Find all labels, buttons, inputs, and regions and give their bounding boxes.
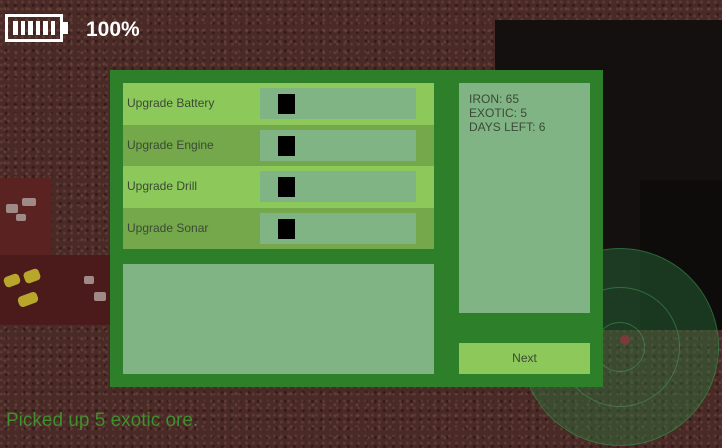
- next-button[interactable]: Next: [459, 343, 590, 374]
- upgrade-label: Upgrade Engine: [127, 137, 214, 152]
- rock-chunk: [94, 292, 106, 301]
- upgrade-level-fill: [278, 135, 295, 156]
- battery-percentage: 100%: [86, 18, 140, 41]
- status-message: Picked up 5 exotic ore.: [6, 410, 199, 431]
- days-left: DAYS LEFT: 6: [469, 120, 546, 134]
- upgrade-row-battery[interactable]: Upgrade Battery: [123, 83, 434, 125]
- upgrade-row-engine[interactable]: Upgrade Engine: [123, 124, 434, 166]
- upgrade-list: Upgrade Battery Upgrade Engine Upgrade D…: [123, 83, 434, 249]
- upgrade-description-box: [123, 264, 434, 374]
- dug-tunnel: [0, 178, 52, 258]
- upgrade-label: Upgrade Battery: [127, 96, 215, 110]
- battery-cell: [20, 21, 25, 35]
- sonar-blip: [620, 335, 630, 345]
- rock-chunk: [16, 214, 26, 221]
- upgrade-row-drill[interactable]: Upgrade Drill: [123, 166, 434, 208]
- upgrade-row-sonar[interactable]: Upgrade Sonar: [123, 207, 434, 249]
- upgrade-label: Upgrade Sonar: [127, 220, 209, 235]
- battery-cell: [35, 21, 40, 35]
- exotic-count: EXOTIC: 5: [469, 106, 528, 120]
- rock-chunk: [6, 204, 18, 213]
- iron-count: IRON: 65: [469, 92, 520, 106]
- battery-cell: [50, 21, 55, 35]
- upgrade-level-fill: [278, 177, 295, 197]
- dug-tunnel-lower: [0, 255, 110, 325]
- rock-chunk: [22, 198, 36, 206]
- upgrade-level-bar: [260, 88, 416, 119]
- battery-icon: [5, 14, 63, 42]
- upgrade-level-bar: [260, 212, 416, 244]
- battery-cell: [43, 21, 48, 35]
- upgrade-level-fill: [278, 218, 295, 239]
- battery-tip: [63, 22, 68, 34]
- upgrade-level-bar: [260, 129, 416, 161]
- resource-stats-box: IRON: 65 EXOTIC: 5 DAYS LEFT: 6: [459, 83, 590, 313]
- upgrade-level-bar: [260, 171, 416, 202]
- battery-cell: [13, 21, 18, 35]
- upgrade-panel: Upgrade Battery Upgrade Engine Upgrade D…: [110, 70, 603, 387]
- battery-cell: [28, 21, 33, 35]
- upgrade-level-fill: [278, 94, 295, 114]
- rock-chunk: [84, 276, 94, 284]
- upgrade-label: Upgrade Drill: [127, 179, 198, 193]
